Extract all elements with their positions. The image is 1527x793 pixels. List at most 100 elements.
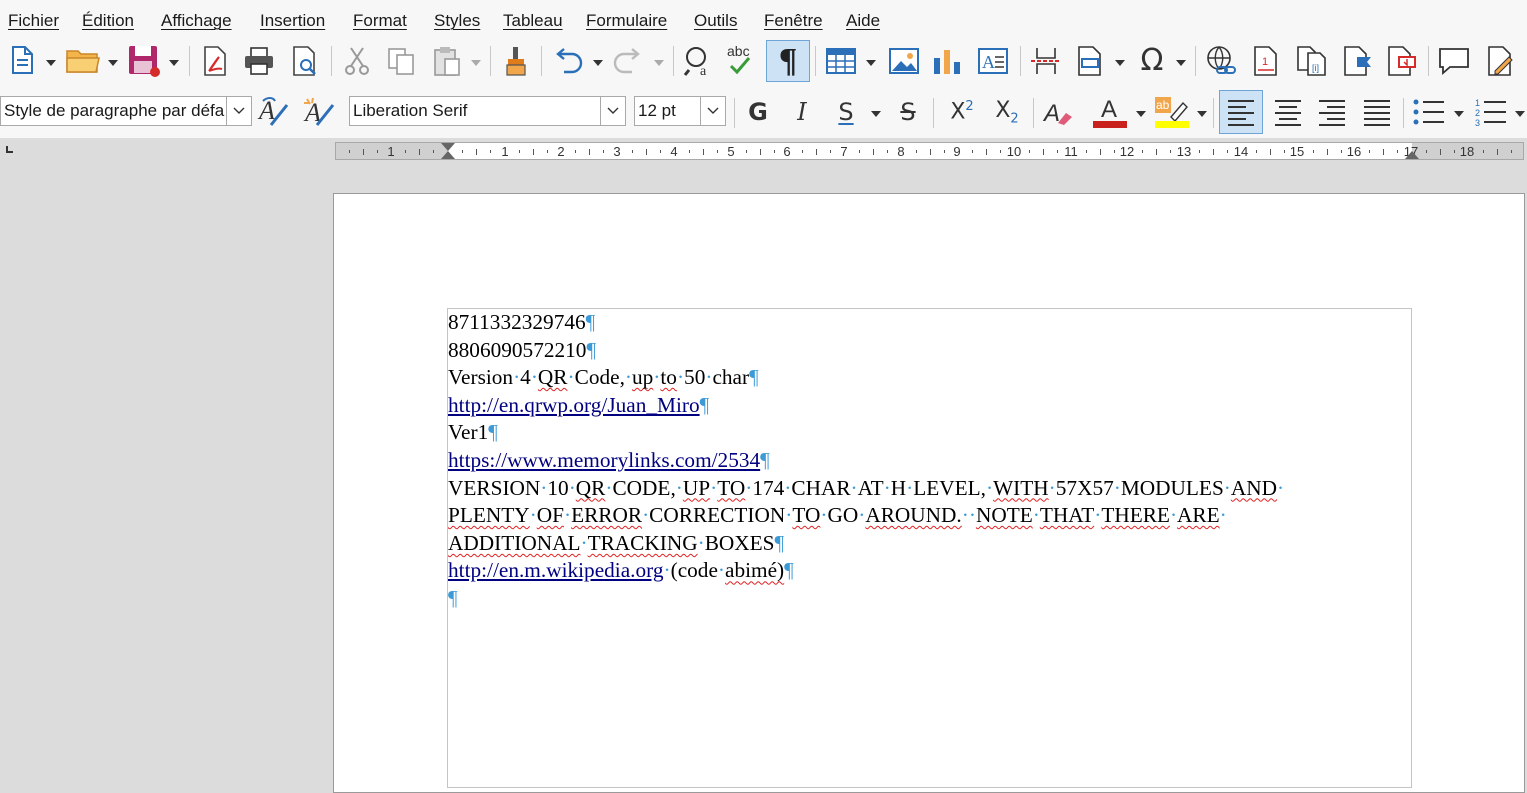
align-right-icon[interactable]: [1314, 96, 1350, 128]
font-size-select[interactable]: 12 pt: [634, 96, 726, 126]
paragraph-style-select[interactable]: Style de paragraphe par défa: [0, 96, 252, 126]
paste-icon[interactable]: [430, 44, 464, 78]
superscript-icon[interactable]: X2: [944, 96, 980, 128]
menu-fenetre[interactable]: Fenêtre: [764, 11, 823, 31]
insert-chart-icon[interactable]: [930, 44, 964, 78]
save-icon[interactable]: [126, 44, 162, 78]
chevron-down-icon[interactable]: [226, 97, 251, 125]
spelling-icon[interactable]: abc: [724, 42, 762, 78]
menu-outils[interactable]: Outils: [694, 11, 737, 31]
subscript-icon[interactable]: X2: [989, 96, 1025, 128]
export-pdf-icon[interactable]: [198, 44, 232, 78]
insert-table-icon[interactable]: [823, 44, 859, 78]
hyperlink[interactable]: https://www.memorylinks.com/2534: [448, 448, 760, 472]
redo-dropdown-arrow[interactable]: [654, 60, 664, 66]
ruler-tick: [1425, 150, 1427, 153]
clone-formatting-icon[interactable]: [500, 44, 532, 78]
font-color-icon[interactable]: A: [1090, 94, 1130, 130]
new-style-icon[interactable]: A: [300, 94, 338, 130]
numbered-list-dropdown-arrow[interactable]: [1515, 111, 1525, 117]
tab-type-selector[interactable]: [6, 146, 13, 153]
highlight-dropdown-arrow[interactable]: [1197, 111, 1207, 117]
insert-textbox-icon[interactable]: A: [975, 44, 1011, 78]
formatting-marks-toggle[interactable]: ¶: [766, 40, 810, 82]
ruler-tick: [1283, 150, 1285, 153]
menu-edition[interactable]: Édition: [82, 11, 134, 31]
chevron-down-icon[interactable]: [600, 97, 625, 125]
chevron-down-icon[interactable]: [700, 97, 725, 125]
special-character-icon[interactable]: Ω: [1134, 44, 1170, 78]
track-changes-icon[interactable]: [1482, 44, 1518, 78]
align-left-button[interactable]: [1219, 90, 1263, 134]
special-char-dropdown-arrow[interactable]: [1176, 60, 1186, 66]
footnote-icon[interactable]: 1: [1248, 44, 1284, 78]
update-style-icon[interactable]: A: [256, 94, 294, 130]
ruler-tick: [1269, 149, 1271, 155]
hyperlink-icon[interactable]: [1203, 44, 1239, 78]
insert-field-icon[interactable]: [1072, 44, 1108, 78]
standard-toolbar: a abc ¶ A Ω 1 [i]: [0, 38, 1527, 88]
svg-text:a: a: [700, 64, 707, 77]
clear-formatting-icon[interactable]: A: [1040, 96, 1076, 128]
menu-aide[interactable]: Aide: [846, 11, 880, 31]
menu-insertion[interactable]: Insertion: [260, 11, 325, 31]
cut-icon[interactable]: [340, 44, 374, 78]
copy-icon[interactable]: [384, 44, 418, 78]
underline-button[interactable]: S: [830, 96, 862, 128]
field-dropdown-arrow[interactable]: [1115, 60, 1125, 66]
new-document-icon[interactable]: [6, 44, 38, 76]
left-indent-marker[interactable]: [441, 143, 455, 151]
ruler-tick: [1000, 150, 1002, 153]
bookmark-icon[interactable]: [1340, 44, 1376, 78]
menu-fichier[interactable]: Fichier: [8, 11, 59, 31]
italic-button[interactable]: I: [786, 96, 818, 128]
open-dropdown-arrow[interactable]: [108, 60, 118, 66]
menu-format[interactable]: Format: [353, 11, 407, 31]
menu-styles[interactable]: Styles: [434, 11, 480, 31]
menu-tableau[interactable]: Tableau: [503, 11, 563, 31]
ruler-tick: [646, 149, 648, 155]
ruler-tick: [1496, 149, 1498, 155]
save-dropdown-arrow[interactable]: [169, 60, 179, 66]
ruler-tick: [1439, 149, 1441, 155]
insert-comment-icon[interactable]: [1436, 44, 1472, 78]
print-preview-icon[interactable]: [288, 44, 322, 78]
hyperlink[interactable]: http://en.m.wikipedia.org: [448, 558, 664, 582]
left-indent-marker-bottom[interactable]: [441, 151, 455, 159]
open-folder-icon[interactable]: [64, 44, 102, 76]
new-dropdown-arrow[interactable]: [46, 60, 56, 66]
align-center-icon[interactable]: [1270, 96, 1306, 128]
horizontal-ruler[interactable]: 1 1 2 3 4 5 6 7 8 9 10 11 12 13 14 15 16…: [335, 142, 1524, 160]
undo-dropdown-arrow[interactable]: [593, 60, 603, 66]
redo-icon[interactable]: [610, 44, 646, 78]
ruler-tick: [532, 149, 534, 155]
ruler-tick: [1142, 150, 1144, 153]
hyperlink[interactable]: http://en.qrwp.org/Juan_Miro: [448, 393, 700, 417]
page-break-icon[interactable]: [1028, 44, 1064, 78]
insert-image-icon[interactable]: [886, 44, 922, 78]
find-replace-icon[interactable]: a: [682, 44, 718, 78]
right-indent-marker[interactable]: [1405, 151, 1419, 159]
paste-dropdown-arrow[interactable]: [471, 60, 481, 66]
bullet-list-dropdown-arrow[interactable]: [1454, 111, 1464, 117]
document-body[interactable]: 8711332329746¶ 8806090572210¶ Version·4·…: [448, 309, 1408, 613]
cross-reference-icon[interactable]: [i]: [1294, 44, 1330, 78]
insert-caption-icon[interactable]: [1384, 44, 1420, 78]
bold-button[interactable]: G: [742, 96, 774, 128]
menu-affichage[interactable]: Affichage: [161, 11, 232, 31]
table-dropdown-arrow[interactable]: [866, 60, 876, 66]
print-icon[interactable]: [241, 44, 277, 78]
doc-line-7: VERSION·10·QR·CODE,·UP·TO·174·CHAR·AT·H·…: [448, 475, 1285, 500]
undo-icon[interactable]: [550, 44, 586, 78]
ruler-tick: [1369, 150, 1371, 153]
justify-icon[interactable]: [1359, 96, 1395, 128]
bullet-list-icon[interactable]: [1410, 96, 1448, 128]
doc-line-1: 8711332329746¶: [448, 310, 596, 334]
menu-formulaire[interactable]: Formulaire: [586, 11, 667, 31]
font-color-dropdown-arrow[interactable]: [1136, 111, 1146, 117]
highlight-color-icon[interactable]: ab: [1152, 94, 1192, 130]
numbered-list-icon[interactable]: 123: [1472, 96, 1510, 128]
underline-dropdown-arrow[interactable]: [871, 111, 881, 117]
strikethrough-button[interactable]: S: [892, 96, 924, 128]
font-name-select[interactable]: Liberation Serif: [349, 96, 626, 126]
